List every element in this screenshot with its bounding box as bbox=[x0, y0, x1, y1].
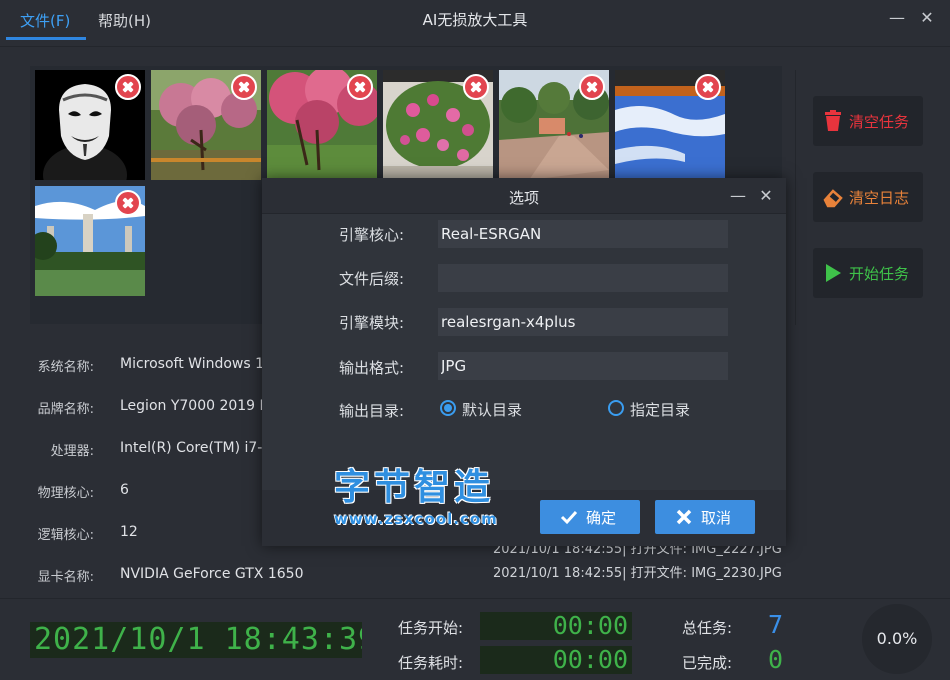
thumbnail-item[interactable] bbox=[615, 70, 725, 180]
remove-icon[interactable] bbox=[463, 74, 489, 100]
divider bbox=[0, 598, 950, 599]
default-dir-radio[interactable] bbox=[440, 400, 456, 416]
info-label: 逻辑核心: bbox=[37, 528, 94, 543]
progress-indicator: 0.0% bbox=[862, 604, 932, 674]
watermark: 字节智造 www.zsxcool.com bbox=[334, 467, 498, 529]
minimize-icon[interactable]: — bbox=[726, 184, 750, 208]
cancel-label: 取消 bbox=[701, 509, 732, 527]
thumbnail-item[interactable] bbox=[383, 70, 493, 180]
task-elapsed-display: 00:00 bbox=[480, 646, 632, 674]
custom-dir-label[interactable]: 指定目录 bbox=[630, 399, 690, 420]
start-task-label: 开始任务 bbox=[849, 265, 910, 283]
clear-tasks-button[interactable]: 清空任务 bbox=[813, 96, 923, 146]
info-value: NVIDIA GeForce GTX 1650 bbox=[120, 566, 304, 582]
total-tasks-label: 总任务: bbox=[682, 619, 733, 637]
output-format-field[interactable] bbox=[438, 352, 728, 380]
remove-icon[interactable] bbox=[115, 74, 141, 100]
info-label: 物理核心: bbox=[37, 486, 94, 501]
divider bbox=[795, 70, 796, 325]
confirm-button[interactable]: 确定 bbox=[540, 500, 640, 534]
minimize-icon[interactable]: — bbox=[884, 6, 910, 30]
cancel-button[interactable]: 取消 bbox=[655, 500, 755, 534]
start-task-button[interactable]: 开始任务 bbox=[813, 248, 923, 298]
close-icon[interactable]: ✕ bbox=[914, 6, 940, 30]
engine-core-label: 引擎核心: bbox=[338, 226, 404, 244]
info-label: 品牌名称: bbox=[37, 402, 94, 417]
log-line: 2021/10/1 18:42:55| 打开文件: IMG_2230.JPG bbox=[493, 566, 782, 581]
dialog-header: 选项 — ✕ bbox=[262, 178, 786, 214]
info-value: Intel(R) Core(TM) i7-9 bbox=[120, 440, 272, 456]
clear-tasks-label: 清空任务 bbox=[849, 113, 910, 131]
completed-value: 0 bbox=[768, 645, 784, 674]
play-icon bbox=[826, 264, 841, 282]
engine-core-field[interactable] bbox=[438, 220, 728, 248]
remove-icon[interactable] bbox=[115, 190, 141, 216]
task-start-display: 00:00 bbox=[480, 612, 632, 640]
thumbnail-item[interactable] bbox=[35, 70, 145, 180]
dialog-body: 引擎核心: 文件后缀: 引擎模块: 输出格式: 输出目录: 默认目录 指定目录 bbox=[262, 214, 786, 490]
info-label: 处理器: bbox=[50, 444, 94, 459]
info-value: Microsoft Windows 1 bbox=[120, 356, 265, 372]
info-label: 显卡名称: bbox=[37, 570, 94, 585]
file-suffix-field[interactable] bbox=[438, 264, 728, 292]
thumbnail-item[interactable] bbox=[267, 70, 377, 180]
info-value: 6 bbox=[120, 482, 129, 498]
check-icon bbox=[560, 510, 578, 525]
default-dir-label[interactable]: 默认目录 bbox=[462, 399, 522, 420]
info-value: Legion Y7000 2019 PC bbox=[120, 398, 278, 414]
eraser-icon bbox=[823, 189, 843, 208]
task-elapsed-label: 任务耗时: bbox=[398, 654, 464, 672]
engine-module-label: 引擎模块: bbox=[338, 314, 404, 332]
close-icon[interactable]: ✕ bbox=[754, 184, 778, 208]
thumbnail-item[interactable] bbox=[151, 70, 261, 180]
custom-dir-radio[interactable] bbox=[608, 400, 624, 416]
output-format-label: 输出格式: bbox=[338, 359, 404, 377]
remove-icon[interactable] bbox=[231, 74, 257, 100]
clear-log-label: 清空日志 bbox=[849, 189, 910, 207]
info-value: 12 bbox=[120, 524, 138, 540]
thumbnail-item[interactable] bbox=[35, 186, 145, 296]
remove-icon[interactable] bbox=[579, 74, 605, 100]
menu-active-indicator bbox=[6, 37, 86, 40]
cancel-x-icon bbox=[676, 509, 692, 525]
clear-log-button[interactable]: 清空日志 bbox=[813, 172, 923, 222]
total-tasks-value: 7 bbox=[768, 610, 784, 639]
task-start-label: 任务开始: bbox=[398, 619, 464, 637]
file-suffix-label: 文件后缀: bbox=[338, 270, 404, 288]
watermark-url: www.zsxcool.com bbox=[334, 510, 498, 528]
remove-icon[interactable] bbox=[347, 74, 373, 100]
engine-module-field[interactable] bbox=[438, 308, 728, 336]
info-label: 系统名称: bbox=[37, 360, 94, 375]
clock-display: 2021/10/1 18:43:39 bbox=[30, 622, 362, 658]
thumbnail-item[interactable] bbox=[499, 70, 609, 180]
dialog-title: 选项 bbox=[508, 189, 539, 207]
window-title: AI无损放大工具 bbox=[422, 11, 528, 29]
trash-icon bbox=[825, 110, 841, 131]
completed-label: 已完成: bbox=[682, 654, 733, 672]
title-bar: 文件(F) 帮助(H) AI无损放大工具 — ✕ bbox=[0, 0, 950, 40]
output-dir-label: 输出目录: bbox=[338, 402, 404, 420]
confirm-label: 确定 bbox=[586, 509, 617, 527]
divider bbox=[0, 46, 950, 47]
watermark-title: 字节智造 bbox=[334, 467, 495, 508]
remove-icon[interactable] bbox=[695, 74, 721, 100]
